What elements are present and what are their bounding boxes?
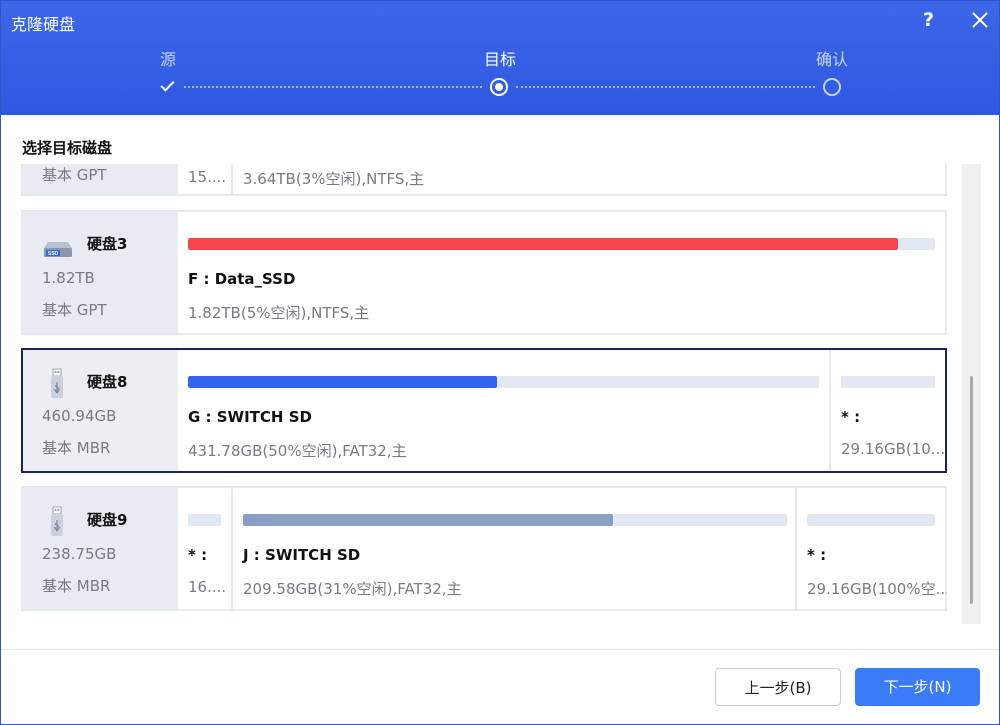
disk-type: 基本 MBR [42,439,111,457]
disk-type: 基本 GPT [42,166,107,184]
disk-card[interactable]: SSD 硬盘3 1.82TB 基本 GPT F : Data_SSD 1.82T… [21,210,947,335]
disk-type: 基本 MBR [42,577,111,595]
disk-card-selected[interactable]: 硬盘8 460.94GB 基本 MBR G : SWITCH SD 431.78… [21,348,947,473]
step-connector [516,86,815,88]
disk-type: 基本 GPT [42,301,107,319]
partition-label: * : [188,546,208,564]
partition[interactable]: * : 29.16GB(100%空... [795,488,947,609]
step-target-label: 目标 [483,50,517,69]
scrollbar-thumb[interactable] [970,376,973,604]
disk-info: 硬盘8 460.94GB 基本 MBR [23,350,178,471]
partition[interactable]: F : Data_SSD 1.82TB(5%空闲),NTFS,主 [178,212,945,333]
next-button[interactable]: 下一步(N) [855,668,980,706]
ssd-icon: SSD [44,242,72,257]
window-title: 克隆硬盘 [11,15,76,34]
usage-bar [841,376,935,388]
disk-info: 硬盘9 238.75GB 基本 MBR [23,488,178,609]
partition[interactable]: G : SWITCH SD 431.78GB(50%空闲),FAT32,主 [178,350,829,471]
partition[interactable]: 3.64TB(3%空闲),NTFS,主 [231,164,945,194]
wizard-header: 克隆硬盘 ? 源 目标 确认 [1,1,999,115]
usage-bar-fill [188,376,498,388]
partition-detail: 431.78GB(50%空闲),FAT32,主 [188,442,407,460]
partition-detail: 15.... [188,168,227,186]
usage-bar [188,376,819,388]
clone-disk-dialog: 克隆硬盘 ? 源 目标 确认 选择目标磁盘 基本 GPT 15.... 3.64… [0,0,1000,725]
usage-bar [188,514,221,526]
disk-size: 460.94GB [42,407,117,425]
partition-detail: 16.... [188,578,227,596]
previous-button[interactable]: 上一步(B) [715,668,841,706]
svg-text:SSD: SSD [48,251,59,257]
section-title: 选择目标磁盘 [22,139,113,157]
usage-bar [243,514,787,526]
usage-bar [807,514,935,526]
disk-card[interactable]: 硬盘9 238.75GB 基本 MBR * : 16.... J : SWITC… [21,486,947,611]
partition-label: F : Data_SSD [188,270,296,288]
check-icon [160,76,176,96]
help-icon[interactable]: ? [923,9,934,31]
disk-name: 硬盘3 [87,235,128,253]
usage-bar-fill [243,514,613,526]
close-icon[interactable] [969,9,991,31]
usage-bar [188,238,935,250]
usb-drive-icon [51,368,63,398]
step-confirm-label: 确认 [815,50,849,69]
partition[interactable]: J : SWITCH SD 209.58GB(31%空闲),FAT32,主 [231,488,797,609]
partition-detail: 1.82TB(5%空闲),NTFS,主 [188,304,370,322]
partition-detail: 29.16GB(10... [841,440,946,458]
partition[interactable]: 15.... [178,164,231,194]
disk-size: 238.75GB [42,545,117,563]
pending-step-icon [823,78,841,96]
active-step-icon [490,78,508,96]
step-connector [184,86,482,88]
partition-detail: 3.64TB(3%空闲),NTFS,主 [243,170,425,188]
footer-divider [1,649,999,650]
step-source-label: 源 [159,50,177,69]
disk-list[interactable]: 基本 GPT 15.... 3.64TB(3%空闲),NTFS,主 SSD 硬盘… [21,164,947,616]
partition-label: J : SWITCH SD [243,546,361,564]
partition[interactable]: * : 16.... [178,488,231,609]
usage-bar-fill [188,238,898,250]
disk-info: 基本 GPT [23,164,178,194]
disk-card[interactable]: 基本 GPT 15.... 3.64TB(3%空闲),NTFS,主 [21,164,947,196]
disk-name: 硬盘9 [87,511,128,529]
usb-drive-icon [51,506,63,536]
disk-name: 硬盘8 [87,373,128,391]
partition-detail: 29.16GB(100%空... [807,580,947,598]
partition-detail: 209.58GB(31%空闲),FAT32,主 [243,580,462,598]
disk-info: SSD 硬盘3 1.82TB 基本 GPT [23,212,178,333]
partition-label: * : [841,408,861,426]
partition[interactable]: * : 29.16GB(10... [829,350,945,471]
partition-label: G : SWITCH SD [188,408,312,426]
partition-label: * : [807,546,827,564]
disk-size: 1.82TB [42,269,95,287]
